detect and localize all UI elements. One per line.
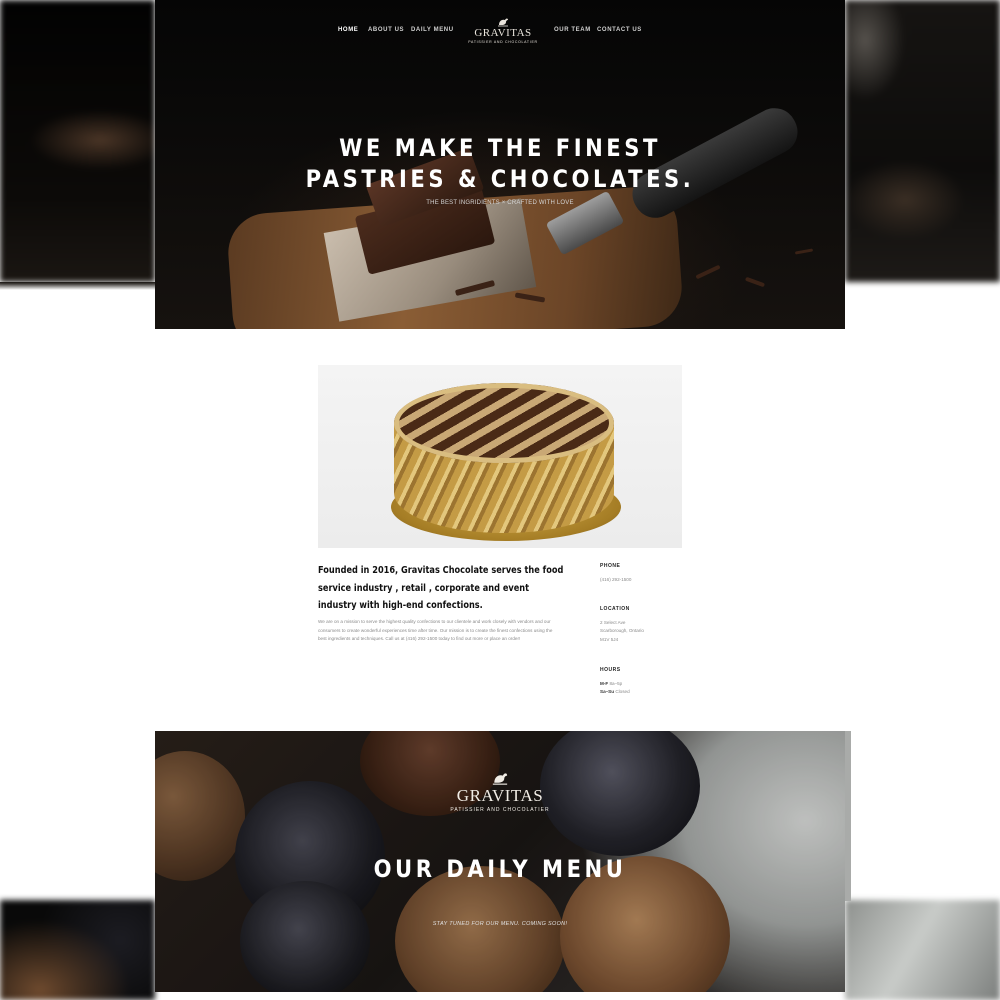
hours-label: HOURS: [600, 667, 621, 673]
hours-block: HOURS M-F 8a–5p Sa–Su Closed: [600, 666, 680, 697]
background-blur-bottom-right: [845, 900, 1000, 1000]
brand-tagline: PATISSIER AND CHOCOLATIER: [468, 40, 538, 44]
cake-top: [394, 383, 614, 463]
background-blur-right: [845, 0, 1000, 282]
hours-weekend-time: Closed: [615, 689, 630, 695]
location-block: LOCATION 2 Select Ave Scarborough, Ontar…: [600, 605, 680, 644]
background-blur-bottom-left: [0, 900, 155, 1000]
hours-weekend-days: Sa–Su: [600, 689, 615, 695]
address-line2: Scarborough, Ontario: [600, 628, 644, 634]
hero-title-line2: PASTRIES & CHOCOLATES.: [305, 165, 695, 193]
main-nav-right: OUR TEAM CONTACT US: [554, 24, 654, 44]
nav-daily-menu[interactable]: DAILY MENU: [411, 27, 454, 33]
cake-image: [318, 365, 682, 548]
bird-logo-icon: [498, 18, 508, 27]
nav-about-us[interactable]: ABOUT US: [368, 27, 404, 33]
phone-label: PHONE: [600, 563, 621, 569]
phone-block: PHONE (416) 292-1500: [600, 562, 680, 584]
about-body: We are on a mission to serve the highest…: [318, 619, 553, 642]
menu-title: OUR DAILY MENU: [373, 855, 627, 883]
menu-brand-name: GRAVITAS: [456, 786, 544, 805]
background-fade: [0, 282, 155, 290]
hero-chocolate-shaving: [794, 248, 814, 255]
address-line1: 2 Select Ave: [600, 619, 626, 625]
hero-chocolate-shaving: [695, 264, 721, 280]
hero-title-line1: WE MAKE THE FINEST: [339, 134, 661, 162]
hours-weekday-time: 8a–5p: [609, 680, 623, 686]
address-line3: M1V 5J4: [600, 636, 619, 642]
location-label: LOCATION: [600, 606, 630, 612]
hours-weekday-days: M-F: [600, 680, 609, 686]
hero-title: WE MAKE THE FINEST PASTRIES & CHOCOLATES…: [196, 133, 803, 195]
hero-chocolate-shaving: [744, 276, 766, 288]
menu-subtitle: STAY TUNED FOR OUR MENU. COMING SOON!: [432, 921, 568, 927]
nav-home[interactable]: HOME: [338, 27, 358, 33]
phone-number[interactable]: (416) 292-1500: [600, 577, 631, 582]
menu-brand-tagline: PATISSIER AND CHOCOLATIER: [450, 807, 550, 813]
menu-logo: GRAVITAS PATISSIER AND CHOCOLATIER: [450, 767, 550, 813]
bird-logo-icon: [492, 773, 508, 785]
nav-contact-us[interactable]: CONTACT US: [597, 27, 642, 33]
main-nav-left: HOME ABOUT US DAILY MENU: [338, 24, 458, 44]
brand-name: GRAVITAS: [474, 27, 532, 39]
nav-our-team[interactable]: OUR TEAM: [554, 27, 591, 33]
background-blur-left: [0, 0, 155, 282]
about-heading: Founded in 2016, Gravitas Chocolate serv…: [318, 565, 564, 611]
hero-subtitle: THE BEST INGRIDIENTS × CRAFTED WITH LOVE: [426, 200, 574, 206]
menu-scrollbar[interactable]: [845, 731, 851, 901]
header-logo[interactable]: GRAVITAS PATISSIER AND CHOCOLATIER: [468, 14, 538, 44]
